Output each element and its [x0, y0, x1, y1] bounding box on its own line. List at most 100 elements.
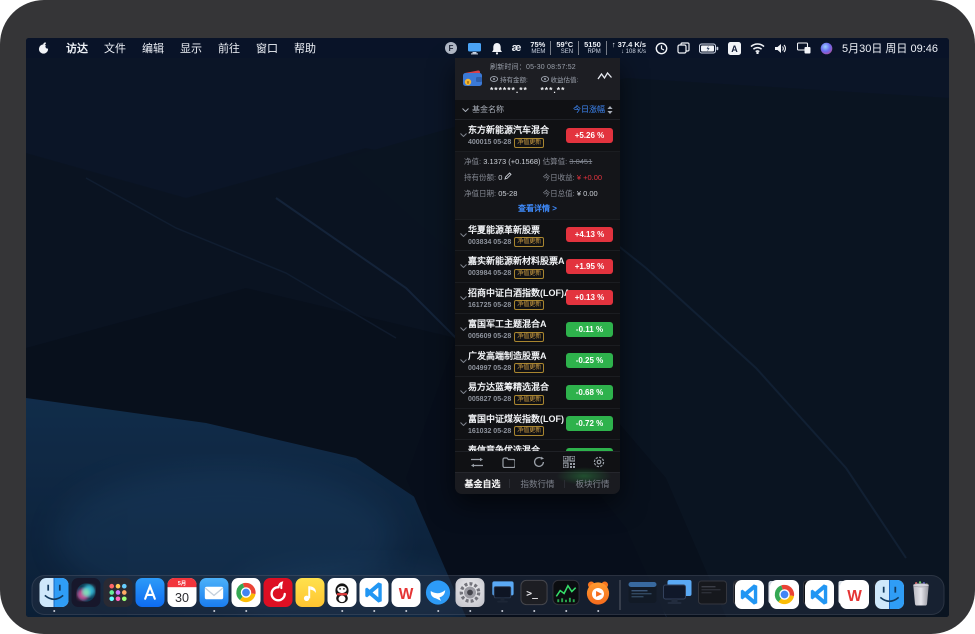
dock-app-terminal[interactable]: >_	[519, 578, 549, 612]
apple-logo-icon[interactable]	[37, 41, 50, 55]
fund-change-badge: -0.75 %	[566, 448, 613, 451]
menubar-datetime[interactable]: 5月30日 周日 09:46	[842, 40, 938, 56]
running-indicator	[405, 610, 408, 613]
running-indicator	[533, 610, 536, 613]
ae-menubar-icon[interactable]: æ	[512, 42, 522, 54]
eye-icon[interactable]	[541, 76, 549, 82]
dock-app-launchpad[interactable]	[103, 578, 133, 612]
fund-change-badge: +5.26 %	[566, 128, 613, 143]
menu-edit[interactable]: 编辑	[142, 40, 164, 56]
running-indicator	[245, 610, 248, 613]
menu-help[interactable]: 帮助	[294, 40, 316, 56]
chevron-down-icon	[460, 264, 467, 268]
fund-change-badge: -0.72 %	[566, 416, 613, 431]
notification-bell-icon[interactable]	[491, 42, 503, 55]
fund-row[interactable]: 广发高端制造股票A004997 05-28净值更新-0.25 %	[455, 346, 620, 378]
volume-icon[interactable]	[774, 43, 788, 54]
nav-updated-badge: 净值更新	[514, 138, 544, 148]
dock-app-dingtalk[interactable]	[423, 578, 453, 612]
fund-row[interactable]: 华夏能源革新股票003834 05-28净值更新+4.13 %	[455, 220, 620, 252]
dock-app-netease-music[interactable]	[263, 578, 293, 612]
dock-window-win-display[interactable]	[661, 578, 694, 612]
system-stats[interactable]: 75%MEM 59°CSEN 5150RPM ↑ 37.4 K/s↓ 108 K…	[530, 41, 646, 55]
dock-app-wps-office[interactable]: W	[391, 578, 421, 612]
eye-icon[interactable]	[490, 76, 498, 82]
fund-code-date: 161032 05-28	[468, 428, 511, 435]
tab-fund-watchlist[interactable]: 基金自选	[455, 477, 510, 490]
chevron-down-icon[interactable]	[462, 108, 469, 112]
holding-amount: 持有金额: ******.**	[490, 74, 541, 95]
dock-app-mail[interactable]	[199, 578, 229, 612]
running-indicator	[437, 610, 440, 613]
folder-icon[interactable]	[502, 457, 515, 468]
dock-window-win-terminal-blue[interactable]	[626, 578, 659, 612]
wifi-icon[interactable]	[750, 43, 765, 54]
dock-app-vscode[interactable]	[359, 578, 389, 612]
display-status-icon[interactable]	[467, 42, 482, 55]
tab-sector-quotes[interactable]: 板块行情	[565, 478, 620, 490]
menu-window[interactable]: 窗口	[256, 40, 278, 56]
dock-app-siri[interactable]	[71, 578, 101, 612]
dock-app-system-preferences[interactable]	[455, 578, 485, 612]
running-indicator	[53, 610, 56, 613]
dock-separator	[619, 580, 620, 610]
fund-name: 泰信竞争优选混合	[468, 443, 566, 451]
fund-row[interactable]: 富国中证煤炭指数(LOF)161032 05-28净值更新-0.72 %	[455, 409, 620, 441]
dock-window-win-grid[interactable]	[871, 578, 904, 612]
fund-row[interactable]: 招商中证白酒指数(LOF)A161725 05-28净值更新+0.13 %	[455, 283, 620, 315]
sort-arrows-icon[interactable]	[607, 106, 613, 114]
fund-name: 富国军工主题混合A	[468, 317, 566, 330]
device-bezel: 访达 文件 编辑 显示 前往 窗口 帮助 F æ 75%MEM 59°CSEN …	[0, 0, 975, 634]
column-today-change[interactable]: 今日涨幅	[573, 104, 613, 115]
fund-change-badge: -0.11 %	[566, 322, 613, 337]
fund-code-date: 005827 05-28	[468, 396, 511, 403]
fund-row[interactable]: 东方新能源汽车混合400015 05-28净值更新+5.26 %	[455, 120, 620, 152]
chevron-down-icon	[460, 327, 467, 331]
dock-window-win-terminal-dark[interactable]	[696, 578, 729, 612]
dock-app-qq-music[interactable]	[295, 578, 325, 612]
dock-app-system-monitor[interactable]	[551, 578, 581, 612]
fund-status-icon[interactable]: F	[444, 41, 458, 55]
nav-updated-badge: 净值更新	[514, 395, 544, 405]
fund-name: 广发高端制造股票A	[468, 349, 566, 362]
chart-icon[interactable]	[597, 68, 613, 86]
menu-view[interactable]: 显示	[180, 40, 202, 56]
menu-go[interactable]: 前往	[218, 40, 240, 56]
fund-row[interactable]: 嘉实新能源新材料股票A003984 05-28净值更新+1.95 %	[455, 251, 620, 283]
menu-finder[interactable]: 访达	[66, 40, 88, 56]
timer-status-icon[interactable]	[655, 42, 668, 55]
svg-text:30: 30	[175, 591, 189, 605]
dock-window-win-light[interactable]	[766, 578, 799, 612]
dock-app-app-store[interactable]	[135, 578, 165, 612]
dock-app-finder[interactable]	[39, 578, 69, 612]
dock-trash[interactable]	[906, 578, 936, 612]
fund-row[interactable]: 泰信竞争优选混合005535 05-28净值更新-0.75 %	[455, 440, 620, 451]
dock-app-remote-display[interactable]	[487, 578, 517, 612]
fund-list-header: 基金名称 今日涨幅	[455, 100, 620, 120]
sort-icon[interactable]	[470, 457, 484, 468]
fund-panel: ¥ 刷新时间：05-30 08:57:52 持有金额: ******.** 收益…	[455, 58, 620, 494]
column-fund-name: 基金名称	[472, 104, 504, 115]
dock-app-qq[interactable]	[327, 578, 357, 612]
tab-index-quotes[interactable]: 指数行情	[510, 478, 565, 490]
dock-window-win-dark2[interactable]	[801, 578, 834, 612]
input-method-icon[interactable]: A	[728, 42, 741, 55]
dock-app-calendar[interactable]: 5月30	[167, 578, 197, 612]
chevron-down-icon	[460, 359, 467, 363]
clipboard-status-icon[interactable]	[677, 42, 690, 54]
fund-row[interactable]: 富国军工主题混合A005609 05-28净值更新-0.11 %	[455, 314, 620, 346]
refresh-icon[interactable]	[533, 456, 545, 468]
edit-pencil-icon[interactable]	[504, 172, 512, 180]
view-details-link[interactable]: 查看详情 >	[464, 199, 611, 217]
chevron-down-icon	[460, 390, 467, 394]
fund-row[interactable]: 易方达蓝筹精选混合005827 05-28净值更新-0.68 %	[455, 377, 620, 409]
dock-app-chrome[interactable]	[231, 578, 261, 612]
battery-status-icon	[699, 43, 719, 54]
dock-window-win-white[interactable]: W	[836, 578, 869, 612]
running-indicator	[565, 610, 568, 613]
assistant-sphere-icon[interactable]	[820, 42, 833, 55]
menu-file[interactable]: 文件	[104, 40, 126, 56]
sidecar-display-icon[interactable]	[797, 42, 811, 54]
dock-window-win-dark[interactable]	[731, 578, 764, 612]
dock-app-douyu[interactable]	[583, 578, 613, 612]
